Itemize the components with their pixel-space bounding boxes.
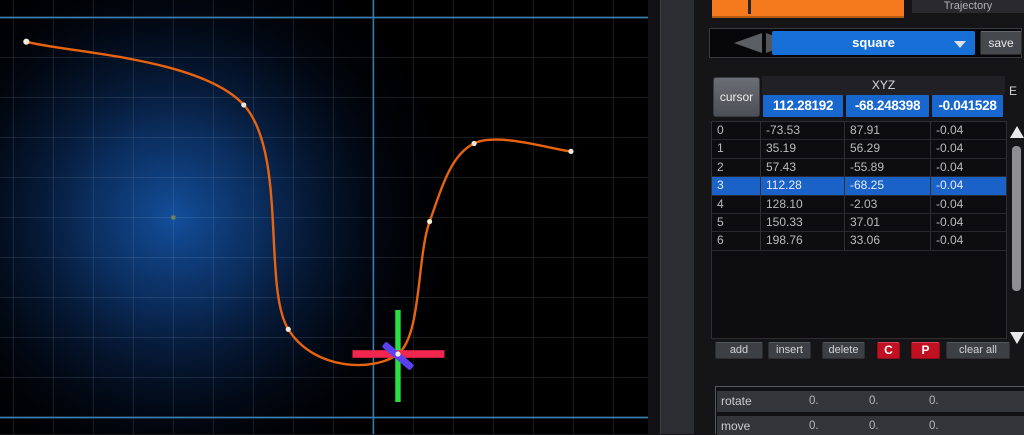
delete-button[interactable]: delete — [822, 342, 865, 359]
cursor-z-field[interactable]: -0.041528 — [932, 95, 1003, 117]
save-button[interactable]: save — [980, 31, 1022, 55]
table-row[interactable]: 1 35.19 56.29 -0.04 — [712, 140, 1006, 159]
trajectory-dropdown-value: square — [852, 35, 895, 50]
cursor-y-field[interactable]: -68.248398 — [846, 95, 929, 117]
rotate-row: rotate 0. 0. 0. — [717, 391, 1024, 412]
trajectory-point[interactable] — [568, 148, 574, 154]
cell-x: 35.19 — [760, 140, 844, 158]
move-x-field[interactable]: 0. — [809, 420, 819, 432]
p-button[interactable]: P — [911, 342, 940, 359]
edge-label: E — [1009, 84, 1018, 98]
insert-button[interactable]: insert — [768, 342, 811, 359]
cell-y: -68.25 — [844, 177, 930, 195]
cell-y: 37.01 — [844, 213, 930, 232]
table-row[interactable]: 5 150.33 37.01 -0.04 — [712, 213, 1006, 233]
cell-i: 1 — [717, 141, 724, 156]
panel-splitter[interactable] — [660, 0, 696, 434]
rotate-z-field[interactable]: 0. — [929, 395, 939, 407]
trajectory-point[interactable] — [471, 140, 477, 147]
tab-trajectory[interactable]: Trajectory — [912, 0, 1024, 13]
cell-y: 33.06 — [844, 232, 930, 250]
table-row[interactable]: 6 198.76 33.06 -0.04 — [712, 232, 1006, 251]
tab-trajectory-label: Trajectory — [943, 0, 993, 12]
cell-z: -0.04 — [930, 158, 1003, 177]
scroll-down-icon[interactable] — [1010, 332, 1024, 344]
chevron-down-icon — [954, 41, 966, 48]
rotate-y-field[interactable]: 0. — [869, 395, 879, 407]
trajectory-point[interactable] — [285, 326, 291, 332]
cell-y: -2.03 — [844, 195, 930, 213]
trajectory-selector-bar: square save — [709, 28, 1022, 58]
move-y-field[interactable]: 0. — [869, 420, 879, 432]
cell-i: 0 — [717, 123, 724, 137]
move-row: move 0. 0. 0. — [717, 416, 1024, 435]
table-row[interactable]: 4 128.10 -2.03 -0.04 — [712, 195, 1006, 214]
canvas-panel-gap — [648, 0, 660, 434]
cell-z: -0.04 — [930, 177, 1003, 195]
trajectory-side-panel: Trajectory square save cursor XYZ 112.28… — [694, 0, 1024, 435]
cell-x: 112.28 — [760, 177, 844, 195]
trajectory-point[interactable] — [395, 351, 401, 357]
cell-i: 2 — [717, 159, 724, 174]
timeline-playhead[interactable] — [748, 0, 751, 14]
table-row[interactable]: 3 112.28 -68.25 -0.04 — [712, 177, 1006, 196]
cursor-x-field[interactable]: 112.28192 — [763, 95, 843, 117]
cell-x: 198.76 — [760, 232, 844, 250]
trajectory-editor-window: Trajectory square save cursor XYZ 112.28… — [0, 0, 1024, 435]
cell-y: 56.29 — [844, 140, 930, 158]
origin-dot — [171, 215, 176, 220]
move-z-field[interactable]: 0. — [929, 420, 939, 432]
table-row[interactable]: 2 57.43 -55.89 -0.04 — [712, 158, 1006, 178]
prev-trajectory-arrow-icon[interactable] — [734, 33, 762, 53]
scroll-up-icon[interactable] — [1010, 126, 1024, 138]
cell-z: -0.04 — [930, 195, 1003, 213]
rotate-label: rotate — [721, 394, 752, 408]
xyz-column-header: XYZ — [762, 76, 1005, 95]
cell-x: -73.53 — [760, 122, 844, 140]
cell-x: 150.33 — [760, 213, 844, 232]
cell-i: 4 — [717, 196, 724, 211]
cell-z: -0.04 — [930, 140, 1003, 158]
cell-z: -0.04 — [930, 122, 1003, 140]
cell-i: 3 — [717, 178, 724, 193]
timeline-progress-bar[interactable] — [712, 0, 904, 18]
clear-all-button[interactable]: clear all — [946, 342, 1010, 359]
trajectory-point[interactable] — [23, 38, 30, 45]
cell-y: 87.91 — [844, 122, 930, 140]
table-rows: 0 -73.53 87.91 -0.04 1 35.19 56.29 -0.04 2 57.43-… — [712, 122, 1006, 251]
cell-y: -55.89 — [844, 158, 930, 177]
cursor-button[interactable]: cursor — [713, 77, 760, 117]
points-table: 0 -73.53 87.91 -0.04 1 35.19 56.29 -0.04 2 57.43-… — [711, 121, 1007, 339]
trajectory-point[interactable] — [241, 102, 247, 108]
trajectory-canvas[interactable] — [0, 0, 648, 434]
cell-x: 57.43 — [760, 158, 844, 177]
trajectory-dropdown[interactable]: square — [772, 31, 975, 55]
rotate-x-field[interactable]: 0. — [809, 395, 819, 407]
cell-i: 5 — [717, 214, 724, 229]
add-button[interactable]: add — [715, 342, 763, 359]
cell-z: -0.04 — [930, 232, 1003, 250]
table-row[interactable]: 0 -73.53 87.91 -0.04 — [712, 122, 1006, 141]
cell-i: 6 — [717, 233, 724, 248]
cell-z: -0.04 — [930, 213, 1003, 232]
cell-x: 128.10 — [760, 195, 844, 213]
move-label: move — [721, 419, 751, 433]
trajectory-point[interactable] — [427, 218, 433, 225]
c-button[interactable]: C — [877, 342, 900, 359]
scrollbar-thumb[interactable] — [1012, 146, 1021, 291]
transform-panel: rotate 0. 0. 0. move 0. 0. 0. — [715, 386, 1024, 435]
